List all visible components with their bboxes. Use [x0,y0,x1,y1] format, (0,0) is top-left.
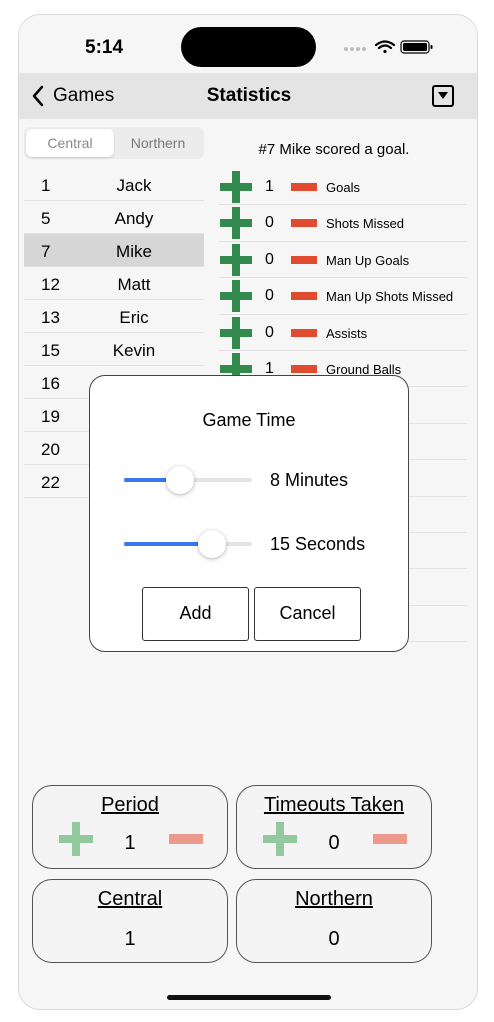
northern-score-card: Northern 0 [236,879,432,963]
player-name: Jack [116,176,152,195]
northern-title: Northern [295,888,373,910]
stat-value: 0 [265,323,274,341]
player-name: Eric [119,308,149,327]
player-number: 5 [41,209,51,228]
stat-row-goals: 1 Goals [219,169,467,206]
phone-screen: 5:14 Games Statistics Central Northern 1… [18,14,478,1010]
page-title: Statistics [206,85,292,106]
period-title: Period [101,794,159,816]
increment-icon[interactable] [220,243,252,276]
slider-thumb[interactable] [198,530,226,558]
dialog-title: Game Time [202,410,296,430]
status-icons [344,40,433,54]
stat-label: Assists [326,325,368,341]
cellular-signal-icon [344,47,366,51]
player-number: 1 [41,176,51,195]
decrement-icon[interactable] [291,292,317,301]
home-indicator [167,995,331,1000]
player-number: 13 [41,308,60,327]
player-number: 12 [41,275,60,294]
player-name: Matt [117,275,151,294]
dynamic-island [181,27,316,67]
player-number: 15 [41,341,60,360]
increment-icon[interactable] [220,316,252,349]
timeouts-decrement-icon[interactable] [373,834,407,844]
decrement-icon[interactable] [291,328,317,337]
roster-row[interactable]: 12 Matt [24,267,204,300]
stat-value: 0 [265,250,274,268]
player-name: Andy [114,209,154,228]
minutes-label: 8 Minutes [270,470,349,490]
dropdown-menu-button[interactable] [432,85,454,107]
status-bar: 5:14 [19,15,477,73]
stat-label: Man Up Shots Missed [326,289,454,305]
roster-row[interactable]: 15 Kevin [24,333,204,366]
stat-label: Goals [326,180,360,195]
stat-label: Shots Missed [326,216,405,232]
stat-label: Man Up Goals [326,252,410,268]
player-number: 20 [41,440,60,459]
player-number: 22 [41,473,60,492]
decrement-icon[interactable] [291,183,317,191]
seconds-slider[interactable] [124,528,252,560]
player-name: Mike [116,242,152,261]
northern-score: 0 [328,928,340,950]
roster-row-selected[interactable]: 7 Mike [24,234,204,267]
timeouts-card: Timeouts Taken 0 [236,785,432,869]
stat-value: 1 [265,178,274,195]
period-card: Period 1 [32,785,228,869]
central-score: 1 [124,928,136,950]
cancel-button[interactable]: Cancel [254,587,361,641]
game-time-dialog: Game Time 8 Minutes 15 Seconds Add Cance… [89,375,409,652]
stat-row-shots-missed: 0 Shots Missed [219,205,467,242]
stat-row-assists: 0 Assists [219,315,467,351]
minutes-slider[interactable] [124,464,252,496]
increment-icon[interactable] [220,171,252,203]
team-segmented-control: Central Northern [24,127,204,159]
slider-thumb[interactable] [166,466,194,494]
central-score-card: Central 1 [32,879,228,963]
roster-row[interactable]: 1 Jack [24,168,204,201]
player-name: Kevin [112,341,156,360]
stat-value: 0 [265,287,274,305]
stat-row-man-up-shots-missed: 0 Man Up Shots Missed [219,278,467,315]
decrement-icon[interactable] [291,364,317,373]
player-number: 7 [41,242,51,261]
status-time: 5:14 [85,37,124,58]
roster-row[interactable]: 5 Andy [24,201,204,234]
period-decrement-icon[interactable] [169,834,203,844]
player-number: 19 [41,407,60,426]
decrement-icon[interactable] [291,255,317,264]
last-action-text: #7 Mike scored a goal. [258,141,410,158]
segment-northern[interactable]: Northern [114,129,202,157]
stat-value: 0 [265,214,274,232]
add-button[interactable]: Add [142,587,249,641]
roster-row[interactable]: 13 Eric [24,300,204,333]
player-number: 16 [41,374,60,393]
increment-icon[interactable] [220,280,252,313]
segment-central[interactable]: Central [26,129,114,157]
decrement-icon[interactable] [291,219,317,228]
timeouts-title: Timeouts Taken [263,794,405,816]
battery-icon [400,40,433,54]
wifi-icon [374,40,396,54]
navigation-bar: Games Statistics [19,73,477,119]
seconds-label: 15 Seconds [270,534,366,554]
stat-row-man-up-goals: 0 Man Up Goals [219,242,467,279]
increment-icon[interactable] [220,207,252,240]
central-title: Central [97,888,163,910]
